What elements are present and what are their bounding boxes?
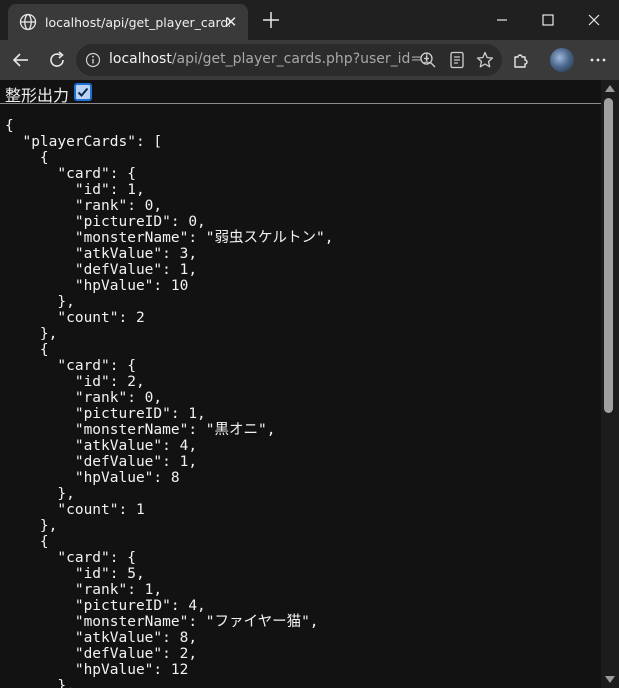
address-bar[interactable]: localhost/api/get_player_cards.php?user_…: [76, 44, 502, 76]
avatar[interactable]: [550, 48, 574, 72]
format-checkbox[interactable]: [74, 83, 92, 101]
url-text[interactable]: localhost/api/get_player_cards.php?user_…: [109, 51, 431, 67]
minimize-icon[interactable]: [491, 9, 513, 31]
refresh-icon[interactable]: [46, 49, 68, 71]
title-bar: localhost/api/get_player_cards.php ✕: [0, 0, 619, 40]
browser-toolbar: localhost/api/get_player_cards.php?user_…: [0, 40, 619, 80]
globe-icon: [19, 13, 37, 31]
checkmark-icon: [77, 87, 89, 97]
puzzle-icon[interactable]: [510, 49, 532, 71]
url-host: localhost: [109, 51, 172, 67]
info-icon[interactable]: [85, 52, 101, 68]
json-output: { "playerCards": [ { "card": { "id": 1, …: [5, 118, 334, 688]
back-arrow-icon[interactable]: [10, 49, 32, 71]
scroll-up-arrow-icon[interactable]: [605, 85, 615, 92]
scroll-down-arrow-icon[interactable]: [605, 676, 615, 683]
tab-active[interactable]: localhost/api/get_player_cards.php ✕: [8, 4, 248, 40]
tab-close-icon[interactable]: ✕: [222, 13, 240, 31]
url-path: /api/get_player_cards.php?user_id=1: [171, 51, 432, 67]
star-icon[interactable]: [474, 49, 496, 71]
page-content: 整形出力 { "playerCards": [ { "card": { "id"…: [0, 80, 601, 688]
zoom-icon[interactable]: [417, 49, 439, 71]
tab-title: localhost/api/get_player_cards.php: [45, 14, 230, 30]
scroll-thumb[interactable]: [604, 98, 613, 413]
format-label: 整形出力: [5, 86, 70, 105]
maximize-icon[interactable]: [537, 9, 559, 31]
reader-mode-icon[interactable]: [446, 49, 468, 71]
plus-icon[interactable]: [260, 9, 282, 31]
more-icon[interactable]: [587, 49, 609, 71]
vertical-scrollbar[interactable]: [601, 80, 619, 688]
close-icon[interactable]: [583, 9, 605, 31]
format-toggle-row: 整形出力: [0, 80, 601, 105]
